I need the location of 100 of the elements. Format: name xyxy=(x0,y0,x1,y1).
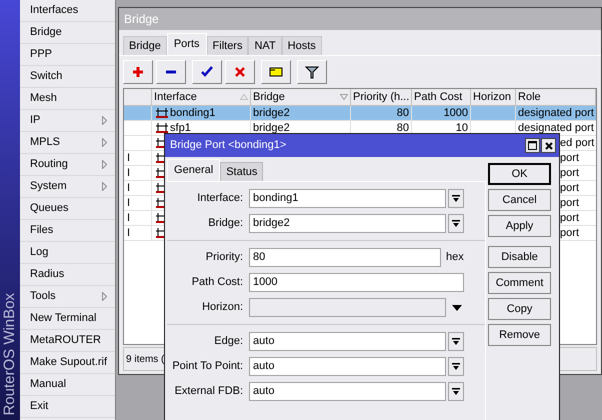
cross-icon xyxy=(233,65,248,79)
minus-button[interactable] xyxy=(156,60,186,84)
menu-item[interactable]: Mesh xyxy=(20,88,116,110)
flag-cell: I xyxy=(127,167,130,179)
tab[interactable]: Hosts xyxy=(282,36,322,55)
dialog-button[interactable]: OK xyxy=(488,163,552,185)
menu-item[interactable]: Log xyxy=(20,242,116,264)
status-bar-text: 9 items ( xyxy=(126,352,164,366)
dropdown-button[interactable] xyxy=(448,382,464,401)
dropdown-icon xyxy=(452,388,460,396)
menu-item[interactable]: System xyxy=(20,176,116,198)
table-cell: port xyxy=(560,167,580,179)
flag-cell: I xyxy=(127,212,130,224)
filter-icon xyxy=(305,65,320,79)
field-label: Priority: xyxy=(204,250,244,266)
menu-item[interactable]: Queues xyxy=(20,198,116,220)
close-button[interactable] xyxy=(541,138,556,153)
dropdown-button[interactable] xyxy=(448,189,464,208)
menu-item[interactable]: Switch xyxy=(20,66,116,88)
input-field[interactable]: 1000 xyxy=(249,273,464,292)
tab[interactable]: Filters xyxy=(206,36,248,55)
dialog-button[interactable]: Apply xyxy=(488,215,552,237)
dropdown-icon xyxy=(452,194,460,202)
brand-title: RouterOS WinBox xyxy=(0,293,19,416)
plus-button[interactable] xyxy=(123,60,154,84)
flag-cell: I xyxy=(127,182,130,194)
menu-item[interactable]: Radius xyxy=(20,264,116,286)
maximize-icon xyxy=(528,141,538,150)
table-cell: port xyxy=(560,212,580,224)
menu-item[interactable]: PPP xyxy=(20,44,116,66)
tab[interactable]: General xyxy=(167,159,220,181)
field-label: Path Cost: xyxy=(190,275,244,290)
note-button[interactable] xyxy=(261,60,292,84)
port-icon xyxy=(155,108,170,118)
menu-item[interactable]: MetaROUTER xyxy=(20,330,116,352)
table-cell: bridge2 xyxy=(253,122,290,134)
tab[interactable]: NAT xyxy=(248,36,282,55)
field-label: Horizon: xyxy=(201,300,244,316)
menu-item[interactable]: Routing xyxy=(20,154,116,176)
menu-item[interactable]: MPLS xyxy=(20,132,116,154)
flag-cell: I xyxy=(127,227,130,239)
table-cell: port xyxy=(560,182,580,194)
check-button[interactable] xyxy=(192,60,222,84)
tab[interactable]: Ports xyxy=(166,33,207,55)
table-cell: 80 xyxy=(396,107,410,119)
filter-button[interactable] xyxy=(297,60,328,84)
submenu-arrow-icon xyxy=(102,160,108,169)
menu-item[interactable]: IP xyxy=(20,110,116,132)
menu-item[interactable]: Make Supout.rif xyxy=(20,352,116,374)
dropdown-field[interactable]: auto xyxy=(249,382,446,401)
menu-item[interactable]: Interfaces xyxy=(20,0,116,22)
dropdown-icon xyxy=(452,338,460,346)
dropdown-field[interactable]: bridge2 xyxy=(249,214,446,233)
submenu-arrow-icon xyxy=(102,116,108,125)
table-cell: designated port xyxy=(518,107,594,119)
dropdown-button[interactable] xyxy=(448,332,464,351)
dropdown-icon[interactable] xyxy=(452,304,462,310)
table-cell: bridge2 xyxy=(253,107,290,119)
dialog-button[interactable]: Copy xyxy=(488,298,552,320)
dropdown-field[interactable]: auto xyxy=(249,332,446,351)
flag-cell: I xyxy=(127,152,130,164)
dialog-title: Bridge Port <bonding1> xyxy=(170,138,286,154)
menu-item[interactable]: Files xyxy=(20,220,116,242)
menu-item[interactable]: New Terminal xyxy=(20,308,116,330)
cross-button[interactable] xyxy=(225,60,256,84)
dropdown-button[interactable] xyxy=(448,214,464,233)
dropdown-field[interactable]: auto xyxy=(249,357,446,376)
tab[interactable]: Status xyxy=(220,162,264,181)
table-cell-text: bonding1 xyxy=(170,106,216,121)
field-label: External FDB: xyxy=(174,384,244,400)
menu-item[interactable]: Exit xyxy=(20,396,116,418)
submenu-arrow-icon xyxy=(102,292,108,301)
port-icon xyxy=(155,122,170,134)
table-cell: ed port xyxy=(560,137,594,149)
dialog-button[interactable]: Cancel xyxy=(488,189,552,211)
menu-item[interactable]: Bridge xyxy=(20,22,116,44)
tab[interactable]: Bridge xyxy=(123,36,167,55)
dialog-button[interactable]: Comment xyxy=(488,272,552,294)
dropdown-icon xyxy=(452,362,460,370)
menu-item[interactable]: Tools xyxy=(20,286,116,308)
plus-icon xyxy=(131,65,146,79)
input-field[interactable]: 80 xyxy=(249,248,442,267)
dialog-button[interactable]: Remove xyxy=(488,324,552,346)
table-cell-text: sfp1 xyxy=(170,120,191,136)
suffix-label: hex xyxy=(446,250,464,266)
field-label: Bridge: xyxy=(207,216,244,232)
note-icon xyxy=(269,65,284,79)
submenu-arrow-icon xyxy=(102,138,108,147)
table-cell: 10 xyxy=(456,122,468,134)
table-cell: 80 xyxy=(396,122,410,134)
dropdown-button[interactable] xyxy=(448,357,464,376)
dropdown-field[interactable]: bonding1 xyxy=(249,189,446,208)
dialog-button[interactable]: Disable xyxy=(488,246,552,268)
field-label: Point To Point: xyxy=(171,359,244,374)
table-row[interactable]: bonding1 bridge2 80 1000 designated port xyxy=(124,106,596,121)
check-icon xyxy=(200,65,214,79)
table-cell: port xyxy=(560,197,580,209)
menu-item[interactable]: Manual xyxy=(20,374,116,396)
maximize-button[interactable] xyxy=(525,138,540,153)
field-label: Edge: xyxy=(213,334,244,350)
